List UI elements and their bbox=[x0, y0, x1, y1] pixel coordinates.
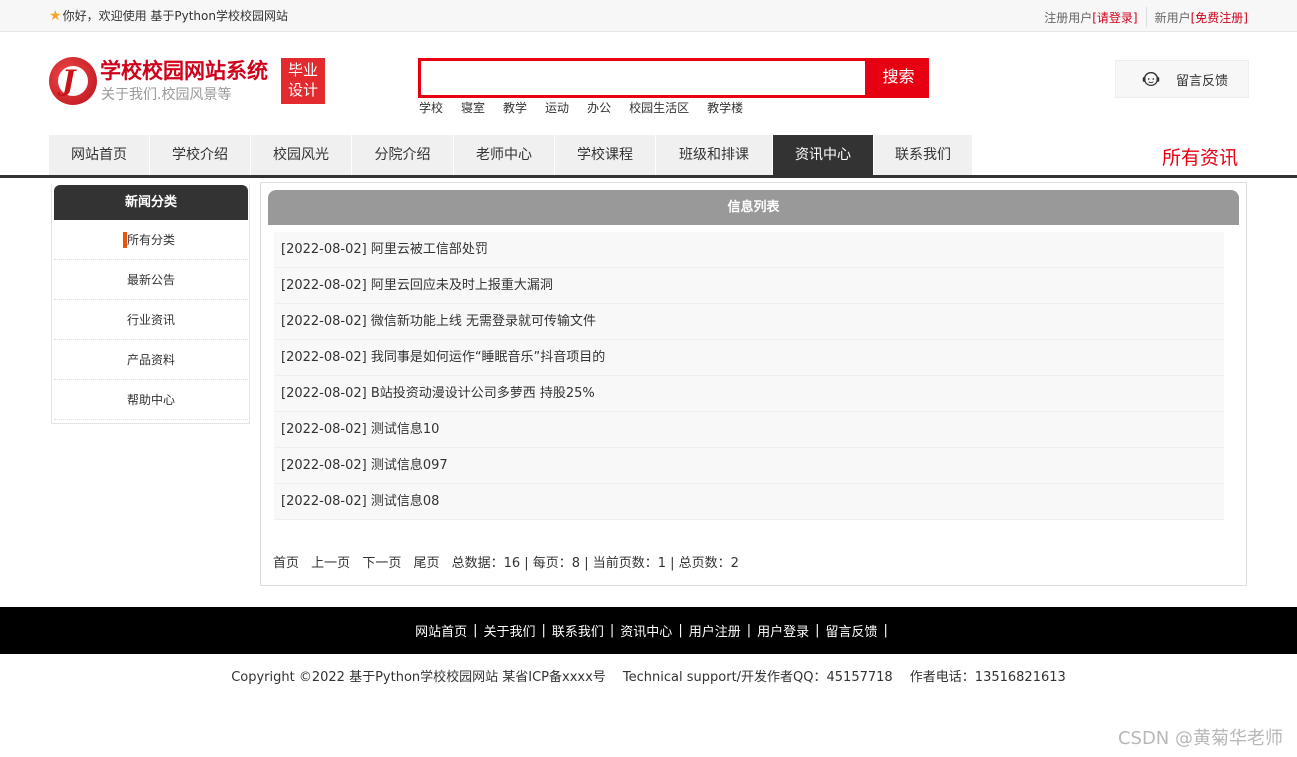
nav-item-5[interactable]: 学校课程 bbox=[555, 135, 655, 175]
nav-item-2[interactable]: 校园风光 bbox=[251, 135, 351, 175]
sidebar-item[interactable]: 行业资讯 bbox=[54, 300, 248, 340]
sidebar-item[interactable]: 最新公告 bbox=[54, 260, 248, 300]
news-item[interactable]: [2022-08-02] 测试信息097 bbox=[274, 448, 1224, 484]
logo-icon[interactable]: J bbox=[49, 57, 97, 105]
hot-keyword[interactable]: 教学 bbox=[503, 99, 527, 116]
footer-separator: | bbox=[609, 623, 615, 638]
footer-separator: | bbox=[883, 623, 888, 638]
nav-item-8[interactable]: 联系我们 bbox=[874, 135, 972, 175]
hot-keyword[interactable]: 学校 bbox=[419, 99, 443, 116]
news-item[interactable]: [2022-08-02] 测试信息08 bbox=[274, 484, 1224, 520]
site-subtitle: 关于我们.校园风景等 bbox=[101, 87, 232, 103]
footer-separator: | bbox=[815, 623, 820, 638]
copyright: Copyright ©2022 基于Python学校校园网站 某省ICP备xxx… bbox=[231, 670, 1066, 685]
prev-page-link[interactable]: 上一页 bbox=[311, 556, 350, 571]
account-links: 注册用户 [请登录] 新用户 [免费注册] bbox=[1044, 7, 1248, 27]
footer-link[interactable]: 网站首页 bbox=[415, 621, 467, 640]
footer-separator: | bbox=[678, 623, 683, 638]
sidebar-item[interactable]: 产品资料 bbox=[54, 340, 248, 380]
news-item[interactable]: [2022-08-02] 我同事是如何运作“睡眠音乐”抖音项目的 bbox=[274, 340, 1224, 376]
nav-item-6[interactable]: 班级和排课 bbox=[656, 135, 772, 175]
section-title: 所有资讯 bbox=[1162, 147, 1239, 169]
nav-item-7[interactable]: 资讯中心 bbox=[773, 135, 873, 175]
feedback-button[interactable]: 留言反馈 bbox=[1115, 60, 1249, 98]
search-input[interactable] bbox=[418, 58, 868, 98]
site-title[interactable]: 学校校园网站系统 bbox=[100, 55, 268, 85]
new-user-prefix: 新用户 bbox=[1154, 10, 1191, 25]
footer-separator: | bbox=[746, 623, 752, 638]
nav-item-4[interactable]: 老师中心 bbox=[454, 135, 554, 175]
sidebar-item[interactable]: 所有分类 bbox=[54, 220, 248, 260]
watermark: CSDN @黄菊华老师 bbox=[1117, 728, 1283, 749]
footer-link[interactable]: 留言反馈 bbox=[826, 621, 878, 640]
feedback-label: 留言反馈 bbox=[1176, 73, 1229, 89]
main-navigation: 网站首页 学校介绍 校园风光 分院介绍 老师中心 学校课程 班级和排课 资讯中心 联系我们 bbox=[49, 135, 973, 175]
footer-link[interactable]: 用户登录 bbox=[757, 621, 809, 640]
news-item[interactable]: [2022-08-02] 阿里云回应未及时上报重大漏洞 bbox=[274, 268, 1224, 304]
top-bar: ★ 你好，欢迎使用 基于Python学校校园网站 注册用户 [请登录] 新用户 … bbox=[0, 0, 1297, 32]
nav-item-3[interactable]: 分院介绍 bbox=[352, 135, 453, 175]
star-icon: ★ bbox=[49, 7, 62, 24]
pagination-stats: 总数据：16 | 每页：8 | 当前页数：1 | 总页数：2 bbox=[451, 556, 739, 571]
main-title: 信息列表 bbox=[268, 190, 1239, 225]
hot-keywords: 学校 寝室 教学 运动 办公 校园生活区 教学楼 bbox=[419, 99, 761, 116]
badge-line-2: 设计 bbox=[287, 81, 318, 99]
next-page-link[interactable]: 下一页 bbox=[362, 556, 401, 571]
pagination: 首页 上一页 下一页 尾页 总数据：16 | 每页：8 | 当前页数：1 | 总… bbox=[273, 552, 747, 571]
graduation-badge: 毕业 设计 bbox=[281, 58, 325, 104]
customer-service-icon bbox=[1142, 71, 1160, 87]
free-register-link[interactable]: [免费注册] bbox=[1191, 9, 1248, 26]
nav-item-0[interactable]: 网站首页 bbox=[49, 135, 149, 175]
news-item[interactable]: [2022-08-02] B站投资动漫设计公司多萝西 持股25% bbox=[274, 376, 1224, 412]
footer-link[interactable]: 资讯中心 bbox=[620, 621, 672, 640]
footer-separator: | bbox=[473, 623, 478, 638]
news-item[interactable]: [2022-08-02] 微信新功能上线 无需登录就可传输文件 bbox=[274, 304, 1224, 340]
news-list: [2022-08-02] 阿里云被工信部处罚 [2022-08-02] 阿里云回应… bbox=[274, 232, 1224, 520]
login-link[interactable]: [请登录] bbox=[1092, 9, 1137, 26]
sidebar-title: 新闻分类 bbox=[54, 185, 248, 220]
footer-link[interactable]: 联系我们 bbox=[552, 621, 604, 640]
nav-item-1[interactable]: 学校介绍 bbox=[150, 135, 250, 175]
footer-separator: | bbox=[541, 623, 546, 638]
hot-keyword[interactable]: 寝室 bbox=[461, 99, 485, 116]
badge-line-1: 毕业 bbox=[287, 61, 318, 79]
first-page-link[interactable]: 首页 bbox=[273, 556, 299, 571]
sidebar-item[interactable]: 帮助中心 bbox=[54, 380, 248, 420]
footer-links: 网站首页 | 关于我们 | 联系我们 | 资讯中心 | 用户注册 | 用户登录 | 留言反馈 | bbox=[0, 607, 1297, 654]
news-item[interactable]: [2022-08-02] 测试信息10 bbox=[274, 412, 1224, 448]
last-page-link[interactable]: 尾页 bbox=[413, 556, 439, 571]
hot-keyword[interactable]: 校园生活区 bbox=[629, 99, 689, 116]
register-prefix: 注册用户 bbox=[1044, 10, 1093, 25]
hot-keyword[interactable]: 办公 bbox=[587, 99, 611, 116]
welcome-message: ★ 你好，欢迎使用 基于Python学校校园网站 bbox=[49, 7, 288, 24]
hot-keyword[interactable]: 运动 bbox=[545, 99, 569, 116]
news-item[interactable]: [2022-08-02] 阿里云被工信部处罚 bbox=[274, 232, 1224, 268]
footer-link[interactable]: 关于我们 bbox=[483, 621, 535, 640]
search-button[interactable]: 搜索 bbox=[868, 58, 929, 98]
hot-keyword[interactable]: 教学楼 bbox=[707, 99, 743, 116]
nav-underline bbox=[0, 175, 1297, 178]
divider bbox=[1145, 7, 1147, 27]
footer-link[interactable]: 用户注册 bbox=[689, 621, 741, 640]
welcome-text: 你好，欢迎使用 基于Python学校校园网站 bbox=[62, 9, 288, 23]
category-list: 所有分类 最新公告 行业资讯 产品资料 帮助中心 bbox=[54, 220, 248, 420]
